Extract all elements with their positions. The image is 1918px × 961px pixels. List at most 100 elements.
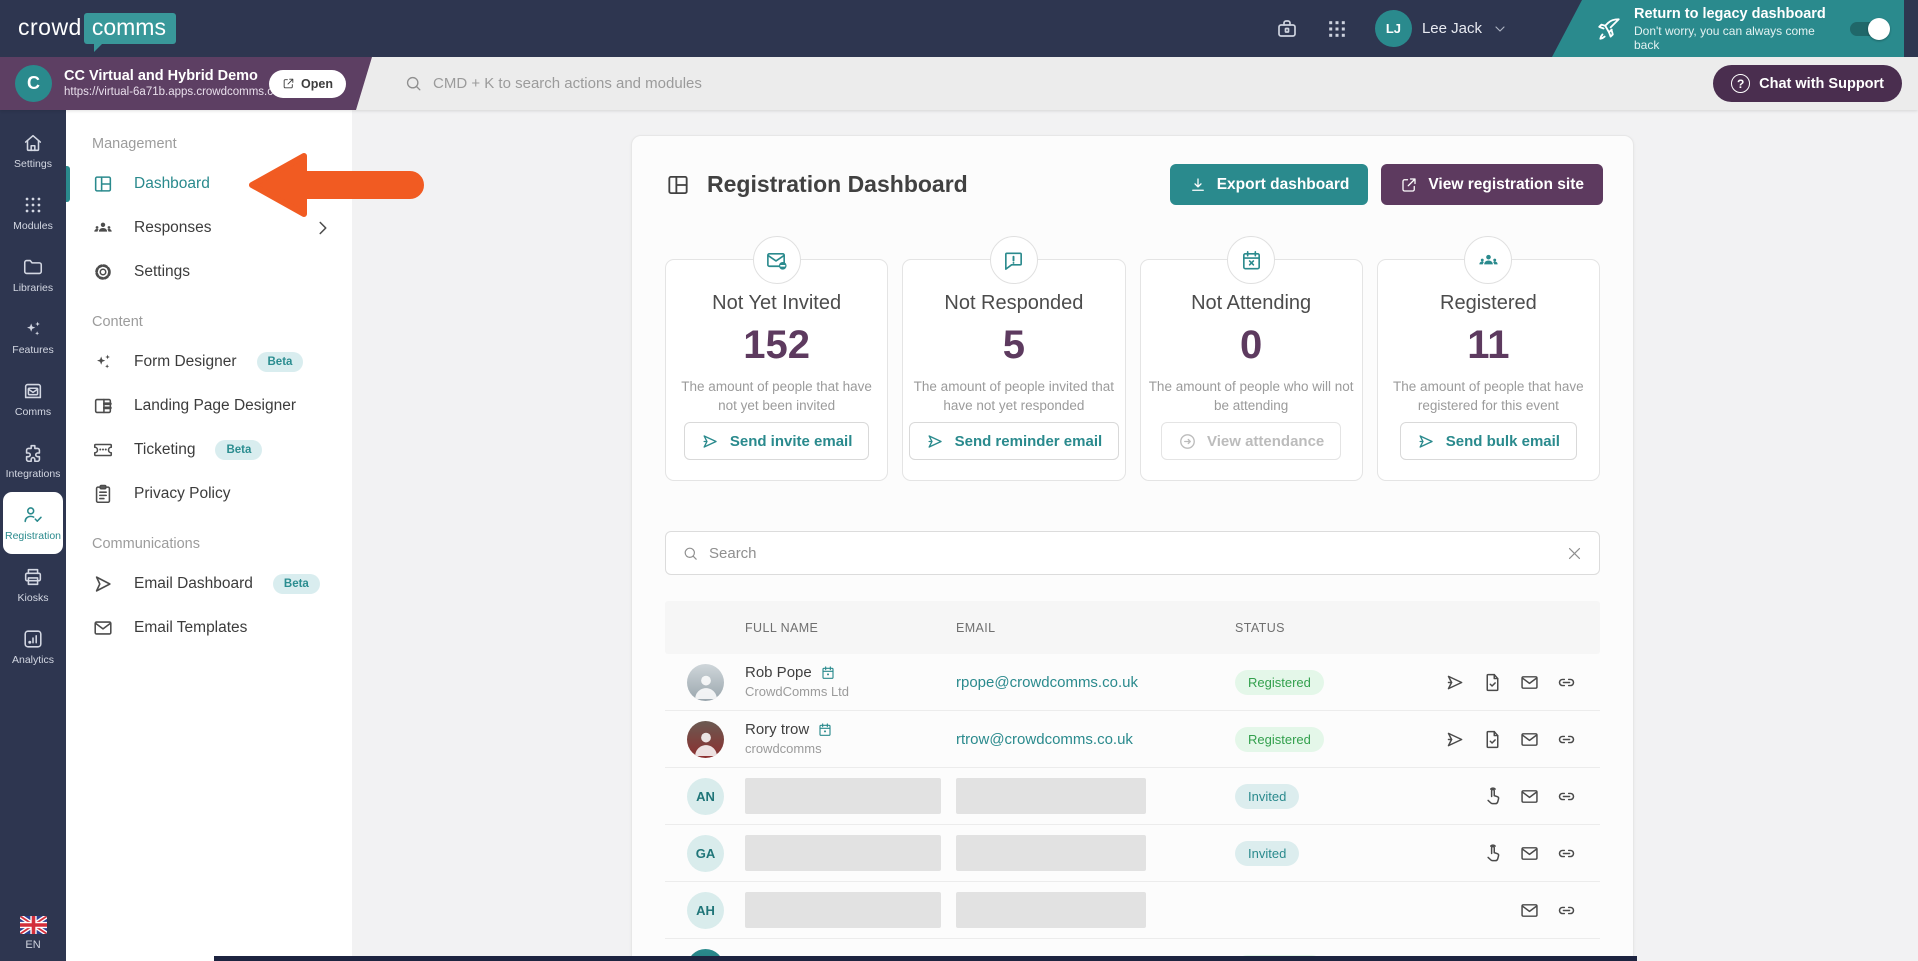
return-legacy-banner[interactable]: Return to legacy dashboard Don't worry, … <box>1552 0 1904 57</box>
envelope-icon <box>92 617 114 639</box>
page-title: Registration Dashboard <box>707 171 968 198</box>
column-header-email: EMAIL <box>956 621 1235 635</box>
main-content: Registration Dashboard Export dashboard … <box>352 110 1918 961</box>
menu-item-landing-page-designer[interactable]: Landing Page Designer <box>66 384 352 428</box>
send-bulk-email-button[interactable]: Send bulk email <box>1400 422 1577 460</box>
link-icon[interactable] <box>1556 786 1577 807</box>
name-placeholder <box>745 892 941 928</box>
export-dashboard-button[interactable]: Export dashboard <box>1170 164 1369 205</box>
sidebar-item-label: Registration <box>5 530 61 542</box>
toolbox-icon[interactable] <box>1275 17 1299 41</box>
menu-item-label: Responses <box>134 219 212 237</box>
table-row[interactable]: GA Invited <box>665 825 1600 882</box>
menu-item-form-designer[interactable]: Form Designer Beta <box>66 340 352 384</box>
attendee-email[interactable]: rtrow@crowdcomms.co.uk <box>956 731 1235 748</box>
attendee-email[interactable]: rpope@crowdcomms.co.uk <box>956 674 1235 691</box>
link-icon[interactable] <box>1556 729 1577 750</box>
send-invite-email-button[interactable]: Send invite email <box>684 422 870 460</box>
table-row[interactable]: Rob Pope CrowdComms Ltd rpope@crowdcomms… <box>665 654 1600 711</box>
menu-item-email-templates[interactable]: Email Templates <box>66 606 352 650</box>
bar-chart-icon <box>22 628 44 650</box>
global-search[interactable] <box>372 74 1713 93</box>
dashboard-icon <box>92 173 114 195</box>
file-check-icon[interactable] <box>1482 729 1503 750</box>
table-row[interactable]: Rory trow crowdcomms rtrow@crowdcomms.co… <box>665 711 1600 768</box>
envelope-icon[interactable] <box>1519 843 1540 864</box>
menu-item-responses[interactable]: Responses <box>66 206 352 250</box>
sidebar-item-analytics[interactable]: Analytics <box>3 616 63 678</box>
avatar <box>687 721 724 758</box>
rocket-icon <box>1596 16 1622 42</box>
file-check-icon[interactable] <box>1482 672 1503 693</box>
global-search-input[interactable] <box>433 75 1033 92</box>
message-alert-icon <box>990 236 1038 284</box>
home-icon <box>22 132 44 154</box>
tap-register-icon[interactable] <box>1482 843 1503 864</box>
sidebar-item-label: Comms <box>15 406 51 418</box>
registration-dashboard-panel: Registration Dashboard Export dashboard … <box>631 135 1634 961</box>
stat-title: Not Responded <box>944 292 1083 315</box>
email-placeholder <box>956 892 1146 928</box>
menu-item-privacy-policy[interactable]: Privacy Policy <box>66 472 352 516</box>
link-icon[interactable] <box>1556 900 1577 921</box>
link-icon[interactable] <box>1556 672 1577 693</box>
sidebar-item-kiosks[interactable]: Kiosks <box>3 554 63 616</box>
attendee-search-input[interactable] <box>709 545 1556 562</box>
logo-text-comms: comms <box>84 13 176 44</box>
menu-item-settings[interactable]: Settings <box>66 250 352 294</box>
envelope-icon[interactable] <box>1519 786 1540 807</box>
clear-search-icon[interactable] <box>1566 545 1583 562</box>
legacy-banner-title: Return to legacy dashboard <box>1634 6 1838 22</box>
name-placeholder <box>745 835 941 871</box>
user-menu[interactable]: LJ Lee Jack <box>1375 10 1508 47</box>
sidebar-item-modules[interactable]: Modules <box>3 182 63 244</box>
stat-value: 152 <box>743 323 810 368</box>
legacy-toggle[interactable] <box>1850 22 1888 36</box>
person-check-icon <box>22 504 44 526</box>
event-logo: C <box>15 65 52 102</box>
sidebar-item-comms[interactable]: Comms <box>3 368 63 430</box>
menu-item-email-dashboard[interactable]: Email Dashboard Beta <box>66 562 352 606</box>
envelope-icon[interactable] <box>1519 672 1540 693</box>
view-registration-site-button[interactable]: View registration site <box>1381 164 1603 205</box>
attendee-search[interactable] <box>665 531 1600 575</box>
sidebar-item-settings[interactable]: Settings <box>3 120 63 182</box>
send-reminder-email-button[interactable]: Send reminder email <box>909 422 1120 460</box>
external-link-icon <box>282 77 295 90</box>
apps-grid-icon[interactable] <box>1325 17 1349 41</box>
send-email-icon[interactable] <box>1445 729 1466 750</box>
menu-item-ticketing[interactable]: Ticketing Beta <box>66 428 352 472</box>
avatar-initials: GA <box>687 835 724 872</box>
stat-card-registered: Registered 11 The amount of people that … <box>1377 259 1600 481</box>
envelope-icon[interactable] <box>1519 729 1540 750</box>
tap-register-icon[interactable] <box>1482 786 1503 807</box>
table-row[interactable]: AN Invited <box>665 768 1600 825</box>
sidebar-item-features[interactable]: Features <box>3 306 63 368</box>
stat-title: Not Yet Invited <box>712 292 841 315</box>
link-icon[interactable] <box>1556 843 1577 864</box>
send-icon <box>701 432 720 451</box>
people-group-icon <box>1464 236 1512 284</box>
envelope-icon[interactable] <box>1519 900 1540 921</box>
beta-badge: Beta <box>257 352 304 372</box>
chat-with-support-button[interactable]: ? Chat with Support <box>1713 65 1902 102</box>
calendar-badge-icon[interactable] <box>820 665 836 681</box>
search-icon <box>682 545 699 562</box>
open-event-button[interactable]: Open <box>269 70 346 98</box>
calendar-badge-icon[interactable] <box>817 722 833 738</box>
sidebar-item-registration[interactable]: Registration <box>3 492 63 554</box>
menu-item-label: Email Templates <box>134 619 247 637</box>
menu-item-dashboard[interactable]: Dashboard <box>66 162 352 206</box>
logo-text-crowd: crowd <box>18 14 82 41</box>
chat-button-label: Chat with Support <box>1759 76 1884 92</box>
table-row[interactable]: AH <box>665 882 1600 939</box>
primary-sidebar: Settings Modules Libraries Features Comm… <box>0 110 66 961</box>
sidebar-item-libraries[interactable]: Libraries <box>3 244 63 306</box>
language-switcher[interactable]: EN <box>0 916 66 961</box>
send-icon <box>92 573 114 595</box>
sidebar-item-integrations[interactable]: Integrations <box>3 430 63 492</box>
menu-item-label: Privacy Policy <box>134 485 230 503</box>
send-email-icon[interactable] <box>1445 672 1466 693</box>
view-attendance-button[interactable]: View attendance <box>1161 422 1341 460</box>
user-name: Lee Jack <box>1422 20 1482 37</box>
